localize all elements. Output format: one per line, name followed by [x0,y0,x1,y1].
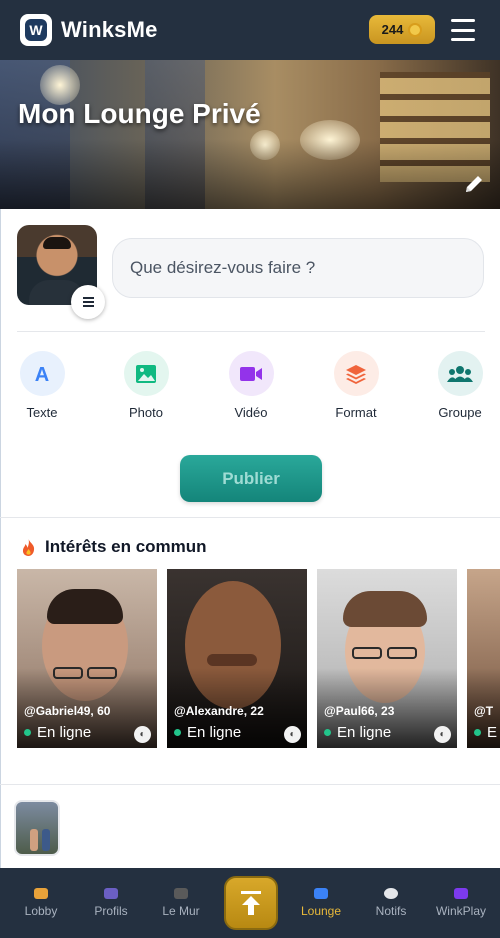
profile-handle: @Gabriel49, 60 [24,704,111,718]
page-title: Mon Lounge Privé [18,98,261,129]
scroll-top-button[interactable] [224,876,278,930]
wink-icon[interactable]: ◐ [134,726,151,743]
publish-button[interactable]: Publier [180,455,322,502]
avatar-menu-icon[interactable] [71,285,105,319]
post-type-format[interactable]: Format [326,351,386,420]
post-type-video[interactable]: Vidéo [221,351,281,420]
online-status: E [474,724,497,741]
coin-icon [408,22,423,37]
profile-card[interactable]: @Alexandre, 22 En ligne ◐ [167,569,307,748]
people-icon [104,888,118,899]
profile-handle: @T [474,704,494,718]
online-dot-icon [24,729,31,736]
coins-count: 244 [381,22,404,37]
post-type-photo[interactable]: Photo [116,351,176,420]
section-header: Intérêts en commun [20,537,207,557]
post-type-text[interactable]: A Texte [12,351,72,420]
online-status: En ligne [174,724,241,741]
online-dot-icon [324,729,331,736]
story-thumbnail[interactable] [14,800,60,856]
divider [17,331,485,332]
logo-icon: W [25,19,47,41]
lounge-banner [0,60,500,209]
post-type-label: Format [335,405,377,420]
house-icon [34,888,48,899]
nav-notifs[interactable]: Notifs [356,888,426,918]
post-type-label: Photo [129,405,163,420]
app-title: WinksMe [61,17,158,42]
chat-bubble-icon [384,888,398,899]
edit-pencil-icon[interactable] [463,173,485,195]
layers-icon [333,351,379,396]
profile-card[interactable]: @Gabriel49, 60 En ligne ◐ [17,569,157,748]
post-type-label: Vidéo [234,405,268,420]
content-border [0,209,1,868]
divider [0,517,500,518]
post-type-group[interactable]: Groupe [430,351,490,420]
nav-le-mur[interactable]: Le Mur [146,888,216,918]
wink-icon[interactable]: ◐ [284,726,301,743]
coins-badge[interactable]: 244 [369,15,435,44]
online-status: En ligne [324,724,391,741]
image-icon [123,351,169,396]
arrow-up-icon [241,891,261,915]
text-icon: A [19,351,65,396]
nav-winkplay[interactable]: WinkPlay [426,888,496,918]
profile-handle: @Alexandre, 22 [174,704,264,718]
gamepad-icon [454,888,468,899]
svg-text:A: A [35,364,49,384]
post-type-label: Groupe [438,405,482,420]
wall-icon [174,888,188,899]
video-icon [228,351,274,396]
flame-icon [22,538,35,556]
profile-handle: @Paul66, 23 [324,704,395,718]
app-logo[interactable]: W [20,14,52,46]
online-status: En ligne [24,724,91,741]
nav-lobby[interactable]: Lobby [6,888,76,918]
sofa-icon [314,888,328,899]
post-type-label: Texte [26,405,58,420]
online-dot-icon [474,729,481,736]
nav-lounge[interactable]: Lounge [286,888,356,918]
hamburger-menu-icon[interactable] [451,19,475,41]
wink-icon[interactable]: ◐ [434,726,451,743]
profile-card[interactable]: @Paul66, 23 En ligne ◐ [317,569,457,748]
compose-input[interactable] [112,238,484,298]
nav-profils[interactable]: Profils [76,888,146,918]
users-icon [437,351,483,396]
profile-card[interactable]: @T E [467,569,500,748]
online-dot-icon [174,729,181,736]
section-title: Intérêts en commun [45,537,207,556]
divider [0,784,500,785]
